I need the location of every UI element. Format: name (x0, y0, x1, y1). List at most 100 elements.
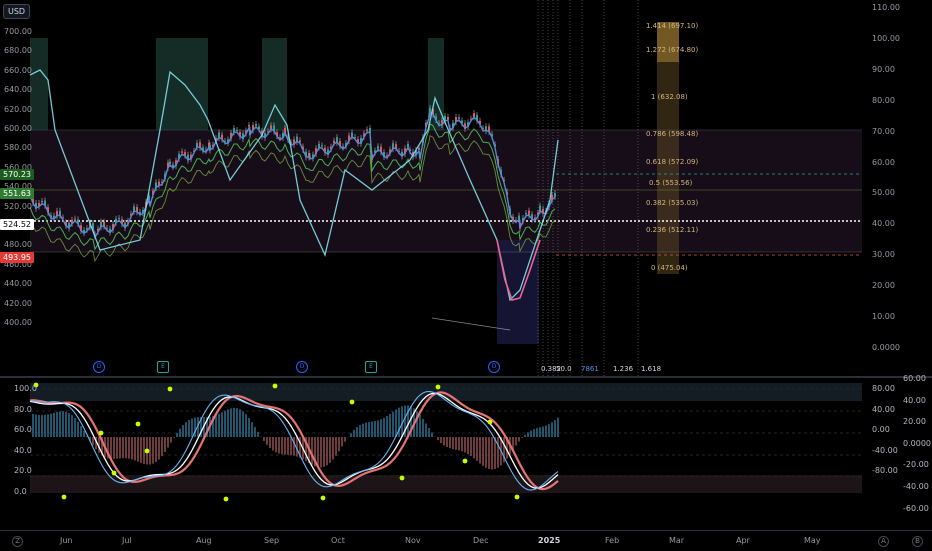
histogram-bar (335, 437, 337, 456)
osc-tick-left: 80.0 (14, 405, 32, 414)
candle-body (74, 219, 76, 220)
log-scale-icon[interactable]: B (912, 536, 923, 547)
histogram-bar (281, 437, 283, 454)
time-tick: 2025 (538, 536, 560, 545)
fib-level-label: 0.236 (512.11) (646, 226, 698, 234)
corner-z-icon[interactable]: Z (12, 536, 23, 547)
histogram-bar (536, 428, 538, 437)
histogram-bar (293, 437, 295, 456)
histogram-bar (179, 429, 181, 437)
pane-separator[interactable] (0, 376, 932, 378)
time-tick: Oct (331, 536, 345, 545)
time-tick: Jun (60, 536, 73, 545)
price-tick: 700.00 (4, 27, 32, 36)
indicator-tick: 20.00 (872, 281, 895, 290)
auto-scale-icon[interactable]: A (878, 536, 889, 547)
histogram-bar (437, 437, 439, 440)
indicator-tick: 80.00 (872, 96, 895, 105)
candle-body (418, 148, 420, 150)
histogram-bar (485, 437, 487, 468)
histogram-bar (311, 437, 313, 465)
histogram-bar (251, 422, 253, 437)
signal-dot (62, 495, 67, 500)
overbought-zone (30, 38, 48, 130)
candle-body (41, 201, 43, 202)
price-tick: 520.00 (4, 202, 32, 211)
currency-button[interactable]: USD (3, 4, 30, 19)
price-badge-a: 570.23 (0, 169, 34, 180)
chart-window: USD 700.00680.00660.00640.00620.00600.00… (0, 0, 932, 550)
dividend-marker[interactable]: D (93, 361, 105, 373)
histogram-bar (47, 414, 49, 437)
histogram-bar (38, 415, 40, 437)
histogram-bar (530, 430, 532, 437)
time-tick: Apr (736, 536, 750, 545)
histogram-bar (80, 426, 82, 437)
histogram-bar (122, 437, 124, 458)
fib-ext-c: 7861 (581, 365, 599, 373)
histogram-bar (440, 437, 442, 443)
dividend-marker[interactable]: D (296, 361, 308, 373)
histogram-bar (371, 422, 373, 437)
price-badge-b: 551.63 (0, 188, 34, 199)
candle-body (299, 140, 301, 142)
signal-dot (488, 420, 493, 425)
price-tick: 440.00 (4, 279, 32, 288)
histogram-bar (278, 437, 280, 454)
histogram-bar (257, 432, 259, 437)
histogram-bar (383, 418, 385, 437)
histogram-bar (329, 437, 331, 463)
candle-body (447, 117, 449, 120)
histogram-bar (482, 437, 484, 466)
histogram-bar (173, 437, 175, 438)
overbought-zone (262, 38, 287, 130)
osc-tick-right: -40.00 (872, 446, 898, 455)
indicator-tick: 110.00 (872, 3, 900, 12)
signal-dot (436, 385, 441, 390)
histogram-bar (557, 418, 559, 437)
histogram-bar (239, 409, 241, 437)
histogram-bar (32, 414, 34, 437)
overbought-zone (156, 38, 208, 130)
osc-tick-right: 40.00 (872, 405, 895, 414)
histogram-bar (221, 412, 223, 437)
histogram-bar (323, 437, 325, 467)
candle-body (236, 130, 238, 131)
signal-dot (321, 496, 326, 501)
histogram-bar (110, 437, 112, 459)
indicator-tick: 40.00 (872, 219, 895, 228)
candle-body (255, 124, 257, 126)
signal-dot (224, 497, 229, 502)
fib-ext-e: 1.618 (641, 365, 661, 373)
histogram-bar (461, 437, 463, 451)
histogram-bar (56, 412, 58, 437)
histogram-bar (386, 416, 388, 437)
earnings-marker[interactable]: E (365, 361, 377, 373)
signal-dot (400, 476, 405, 481)
histogram-bar (428, 428, 430, 437)
histogram-bar (362, 424, 364, 437)
histogram-bar (119, 437, 121, 458)
histogram-bar (542, 426, 544, 437)
histogram-bar (44, 415, 46, 437)
dividend-marker[interactable]: D (488, 361, 500, 373)
osc-tick-left: 100.0 (14, 384, 37, 393)
osc-tick-outer: 40.00 (903, 396, 926, 405)
signal-dot (515, 495, 520, 500)
time-tick: Aug (196, 536, 212, 545)
osc-tick-right: -80.00 (872, 466, 898, 475)
indicator-tick: 10.00 (872, 312, 895, 321)
earnings-marker[interactable]: E (157, 361, 169, 373)
time-axis[interactable] (0, 530, 932, 551)
histogram-bar (470, 437, 472, 456)
osc-tick-left: 0.0 (14, 487, 27, 496)
histogram-bar (83, 431, 85, 437)
chart-canvas[interactable] (0, 0, 932, 550)
histogram-bar (326, 437, 328, 465)
histogram-bar (230, 408, 232, 437)
osc-tick-outer: -40.00 (903, 482, 929, 491)
histogram-bar (548, 424, 550, 437)
histogram-bar (59, 411, 61, 437)
signal-dot (99, 431, 104, 436)
price-badge-d: 493.95 (0, 252, 34, 263)
